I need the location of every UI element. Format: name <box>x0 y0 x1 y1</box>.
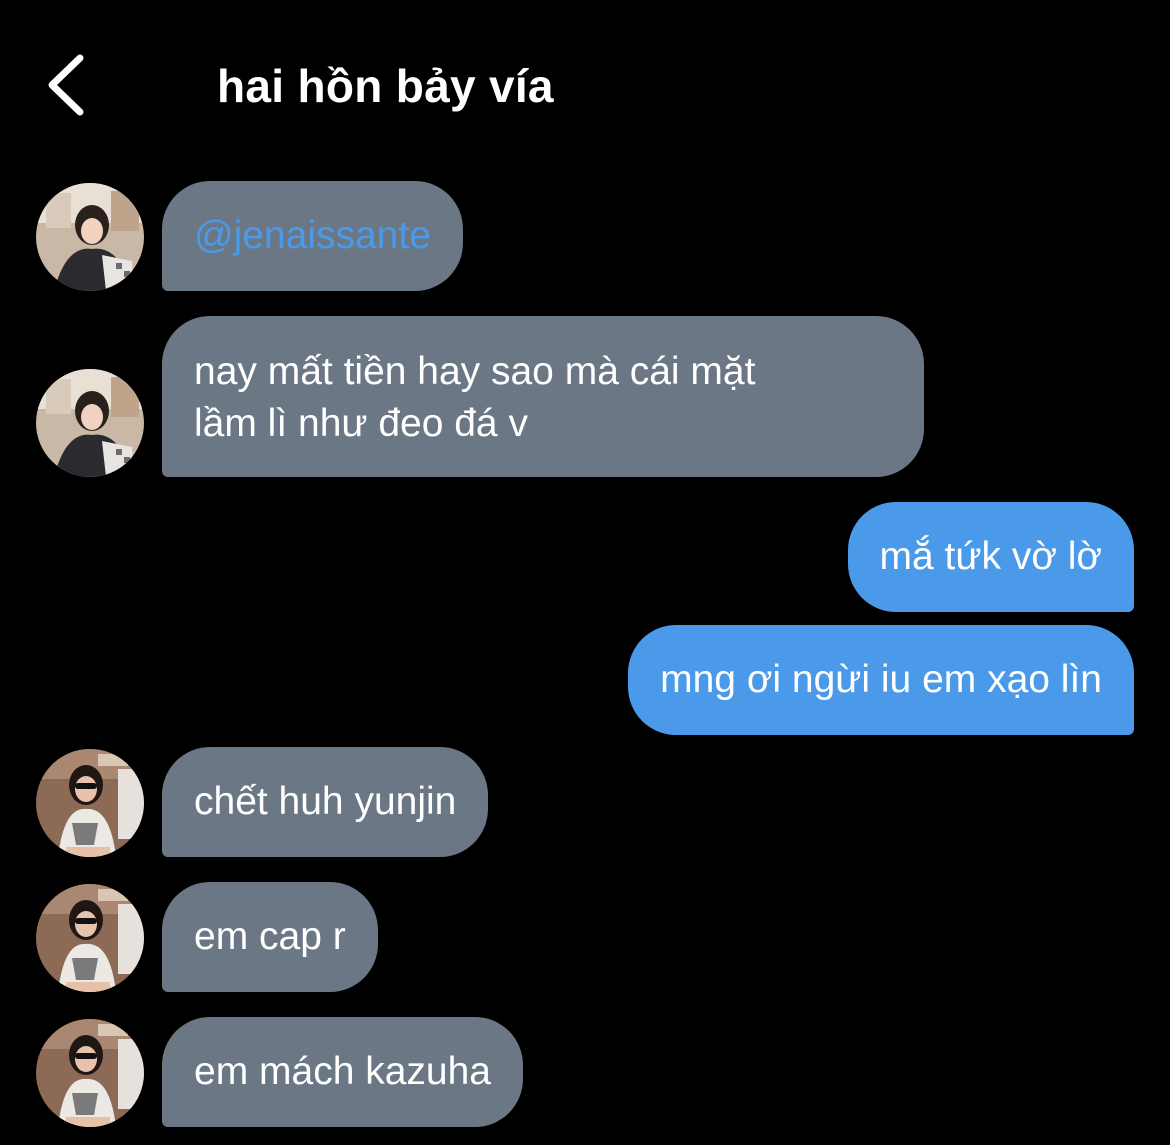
avatar[interactable] <box>36 884 144 992</box>
back-button[interactable] <box>40 50 100 120</box>
message-bubble-outgoing[interactable]: mng ơi ngừi iu em xạo lìn <box>628 625 1134 735</box>
chat-header: hai hồn bảy vía <box>0 0 1170 170</box>
message-bubble-incoming[interactable]: em mách kazuha <box>162 1017 523 1127</box>
avatar-yunjin-image <box>36 1019 144 1127</box>
chevron-left-icon <box>48 54 84 116</box>
message-bubble-incoming[interactable]: @jenaissante <box>162 181 463 291</box>
message-text-line: nay mất tiền hay sao mà cái mặt <box>194 350 756 393</box>
message-bubble-incoming[interactable]: chết huh yunjin <box>162 747 489 857</box>
avatar-jennie-image <box>36 183 144 291</box>
message-bubble-incoming[interactable]: em cap r <box>162 882 378 992</box>
message-text: mắ tứk vờ lờ <box>879 535 1102 578</box>
avatar[interactable] <box>36 749 144 857</box>
avatar-yunjin-image <box>36 884 144 992</box>
avatar[interactable] <box>36 369 144 477</box>
mention-link[interactable]: @jenaissante <box>194 214 431 257</box>
avatar[interactable] <box>36 183 144 291</box>
chat-title: hai hồn bảy vía <box>217 60 554 112</box>
message-bubble-outgoing[interactable]: mắ tứk vờ lờ <box>847 502 1134 612</box>
avatar-yunjin-image <box>36 749 144 857</box>
avatar-jennie-image <box>36 369 144 477</box>
message-bubble-incoming[interactable]: nay mất tiền hay sao mà cái mặt lầm lì n… <box>162 316 924 477</box>
message-text-line: lầm lì như đeo đá v <box>194 402 528 445</box>
message-text: em cap r <box>194 915 346 958</box>
avatar[interactable] <box>36 1019 144 1127</box>
message-text: mng ơi ngừi iu em xạo lìn <box>660 658 1102 701</box>
message-text: em mách kazuha <box>194 1050 491 1093</box>
message-text: chết huh yunjin <box>194 780 457 823</box>
